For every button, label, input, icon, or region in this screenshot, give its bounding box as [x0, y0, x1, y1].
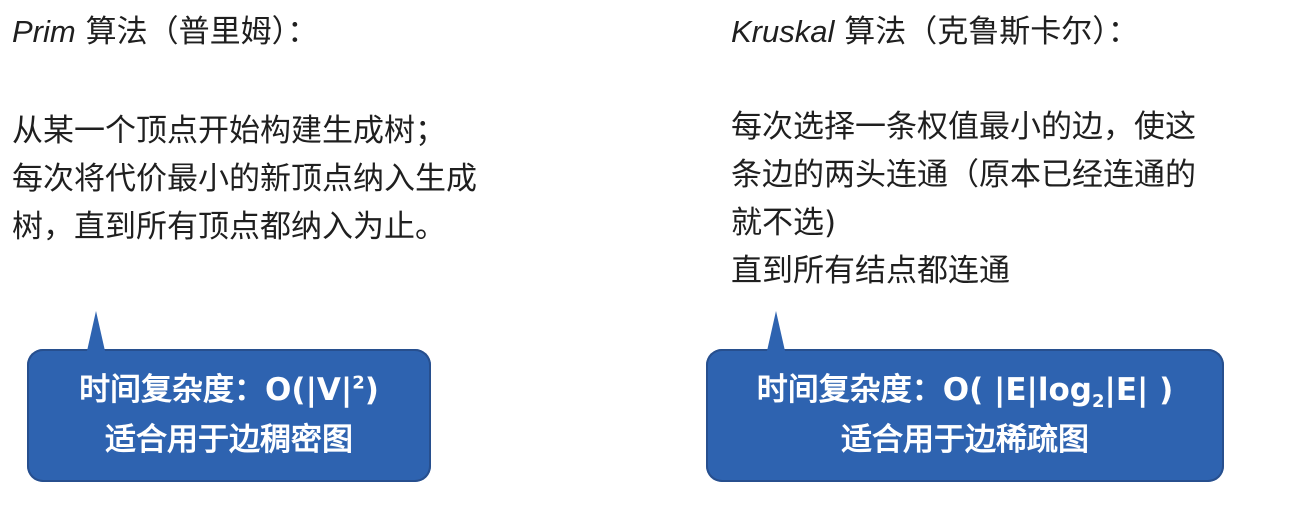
- kruskal-complexity: 时间复杂度：O( |E|log2|E| ): [706, 365, 1224, 415]
- kruskal-line: 就不选): [731, 205, 837, 241]
- kruskal-description: 每次选择一条权值最小的边，使这 条边的两头连通（原本已经连通的 就不选) 直到所…: [731, 103, 1196, 295]
- kruskal-line: 条边的两头连通（原本已经连通的: [731, 157, 1196, 193]
- prim-complexity-prefix: 时间复杂度：O(|V|: [79, 372, 353, 408]
- prim-complexity-exponent: 2: [352, 372, 365, 394]
- prim-line: 从某一个顶点开始构建生成树；: [12, 113, 446, 149]
- kruskal-title-latin: Kruskal: [731, 14, 835, 49]
- kruskal-complexity-callout: 时间复杂度：O( |E|log2|E| ) 适合用于边稀疏图: [706, 311, 1224, 482]
- prim-line: 树，直到所有顶点都纳入为止。: [12, 209, 446, 245]
- kruskal-complexity-log-base: 2: [1091, 391, 1105, 413]
- prim-heading: Prim 算法（普里姆）：: [12, 10, 318, 54]
- kruskal-complexity-suffix: |E| ): [1104, 372, 1174, 408]
- prim-title-latin: Prim: [12, 14, 76, 49]
- kruskal-title-rest: 算法（克鲁斯卡尔）：: [834, 14, 1139, 50]
- prim-suitability: 适合用于边稠密图: [105, 422, 353, 458]
- prim-description: 从某一个顶点开始构建生成树； 每次将代价最小的新顶点纳入生成 树，直到所有顶点都…: [12, 107, 477, 251]
- callout-pointer: [767, 311, 785, 351]
- prim-complexity: 时间复杂度：O(|V|2): [27, 365, 431, 415]
- kruskal-complexity-prefix: 时间复杂度：O( |E|log: [756, 372, 1092, 408]
- prim-title-rest: 算法（普里姆）：: [75, 14, 319, 50]
- prim-complexity-callout: 时间复杂度：O(|V|2) 适合用于边稠密图: [27, 311, 431, 482]
- kruskal-line: 每次选择一条权值最小的边，使这: [731, 109, 1196, 145]
- kruskal-suitability: 适合用于边稀疏图: [841, 422, 1089, 458]
- prim-line: 每次将代价最小的新顶点纳入生成: [12, 161, 477, 197]
- callout-pointer: [87, 311, 105, 351]
- kruskal-line: 直到所有结点都连通: [731, 253, 1010, 289]
- kruskal-heading: Kruskal 算法（克鲁斯卡尔）：: [731, 10, 1139, 54]
- prim-complexity-suffix: ): [364, 372, 379, 408]
